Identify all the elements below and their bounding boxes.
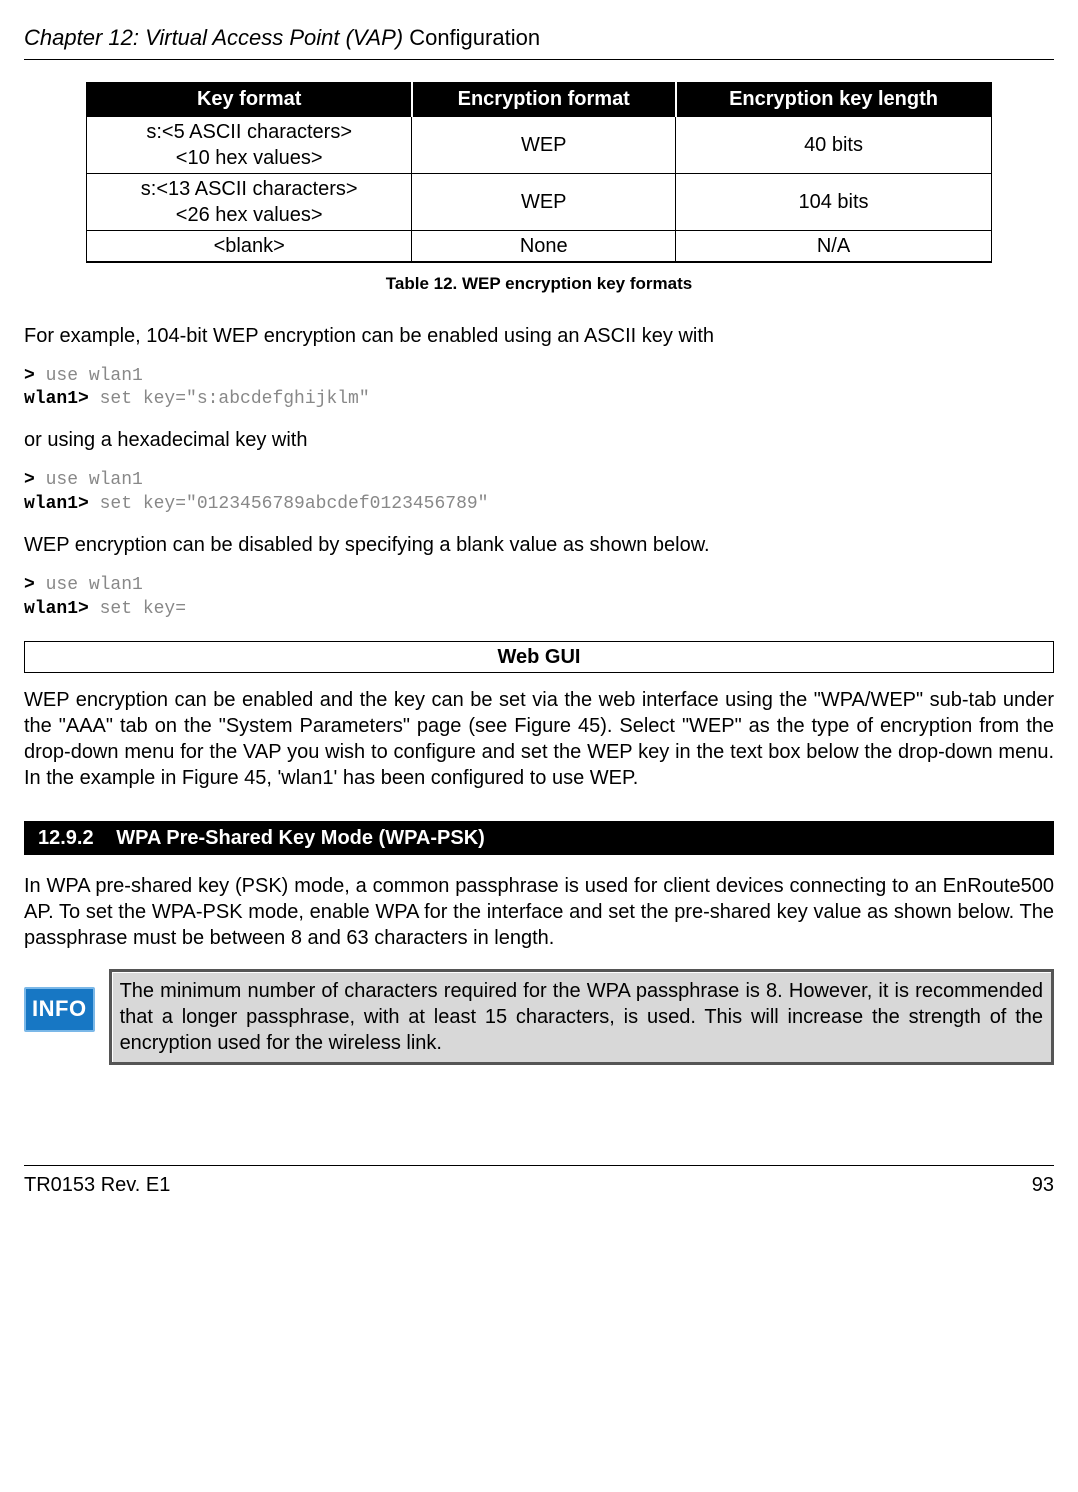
chapter-title-italic: Chapter 12: Virtual Access Point (VAP) — [24, 25, 403, 50]
table-row: s:<13 ASCII characters> <26 hex values> … — [87, 173, 991, 230]
col-key-format: Key format — [87, 82, 412, 117]
table-row: s:<5 ASCII characters> <10 hex values> W… — [87, 116, 991, 173]
cmd-text: set key="0123456789abcdef0123456789" — [89, 494, 489, 514]
cell-line: s:<5 ASCII characters> — [146, 121, 352, 143]
cell-enc-format: WEP — [412, 173, 676, 230]
code-block: > use wlan1 wlan1> set key= — [24, 574, 1054, 621]
section-title: WPA Pre-Shared Key Mode (WPA-PSK) — [116, 827, 485, 849]
cmd-text: set key= — [89, 599, 186, 619]
cell-key-len: N/A — [676, 230, 991, 262]
page-footer: TR0153 Rev. E1 93 — [24, 1165, 1054, 1198]
prompt: > — [24, 470, 35, 490]
paragraph: or using a hexadecimal key with — [24, 427, 1054, 453]
web-gui-heading: Web GUI — [24, 641, 1054, 673]
page-header: Chapter 12: Virtual Access Point (VAP) C… — [24, 24, 1054, 60]
prompt: > — [24, 366, 35, 386]
cmd-text: use wlan1 — [35, 366, 143, 386]
cell-line: <26 hex values> — [176, 204, 323, 226]
prompt: wlan1> — [24, 599, 89, 619]
cell-key-format: s:<5 ASCII characters> <10 hex values> — [87, 116, 412, 173]
footer-page-number: 93 — [1032, 1172, 1054, 1198]
cmd-text: set key="s:abcdefghijklm" — [89, 389, 370, 409]
info-badge: INFO — [24, 987, 95, 1032]
footer-left: TR0153 Rev. E1 — [24, 1172, 170, 1198]
code-block: > use wlan1 wlan1> set key="s:abcdefghij… — [24, 365, 1054, 412]
cmd-text: use wlan1 — [35, 470, 143, 490]
code-block: > use wlan1 wlan1> set key="0123456789ab… — [24, 469, 1054, 516]
prompt: > — [24, 575, 35, 595]
cell-key-len: 104 bits — [676, 173, 991, 230]
paragraph: In WPA pre-shared key (PSK) mode, a comm… — [24, 873, 1054, 951]
section-number: 12.9.2 — [32, 825, 100, 851]
paragraph: WEP encryption can be enabled and the ke… — [24, 687, 1054, 791]
cell-line: <10 hex values> — [176, 147, 323, 169]
col-encryption-format: Encryption format — [412, 82, 676, 117]
wep-key-formats-table: Key format Encryption format Encryption … — [86, 82, 992, 263]
info-callout: INFO The minimum number of characters re… — [24, 969, 1054, 1065]
info-text: The minimum number of characters require… — [109, 969, 1054, 1065]
chapter-title-plain: Configuration — [403, 25, 540, 50]
table-caption: Table 12. WEP encryption key formats — [24, 273, 1054, 295]
paragraph: WEP encryption can be disabled by specif… — [24, 532, 1054, 558]
prompt: wlan1> — [24, 389, 89, 409]
paragraph: For example, 104-bit WEP encryption can … — [24, 323, 1054, 349]
cell-enc-format: None — [412, 230, 676, 262]
col-key-length: Encryption key length — [676, 82, 991, 117]
cell-key-format: <blank> — [87, 230, 412, 262]
cell-line: s:<13 ASCII characters> — [141, 178, 358, 200]
cmd-text: use wlan1 — [35, 575, 143, 595]
prompt: wlan1> — [24, 494, 89, 514]
cell-key-len: 40 bits — [676, 116, 991, 173]
section-heading: 12.9.2 WPA Pre-Shared Key Mode (WPA-PSK) — [24, 821, 1054, 855]
table-row: <blank> None N/A — [87, 230, 991, 262]
cell-key-format: s:<13 ASCII characters> <26 hex values> — [87, 173, 412, 230]
cell-enc-format: WEP — [412, 116, 676, 173]
